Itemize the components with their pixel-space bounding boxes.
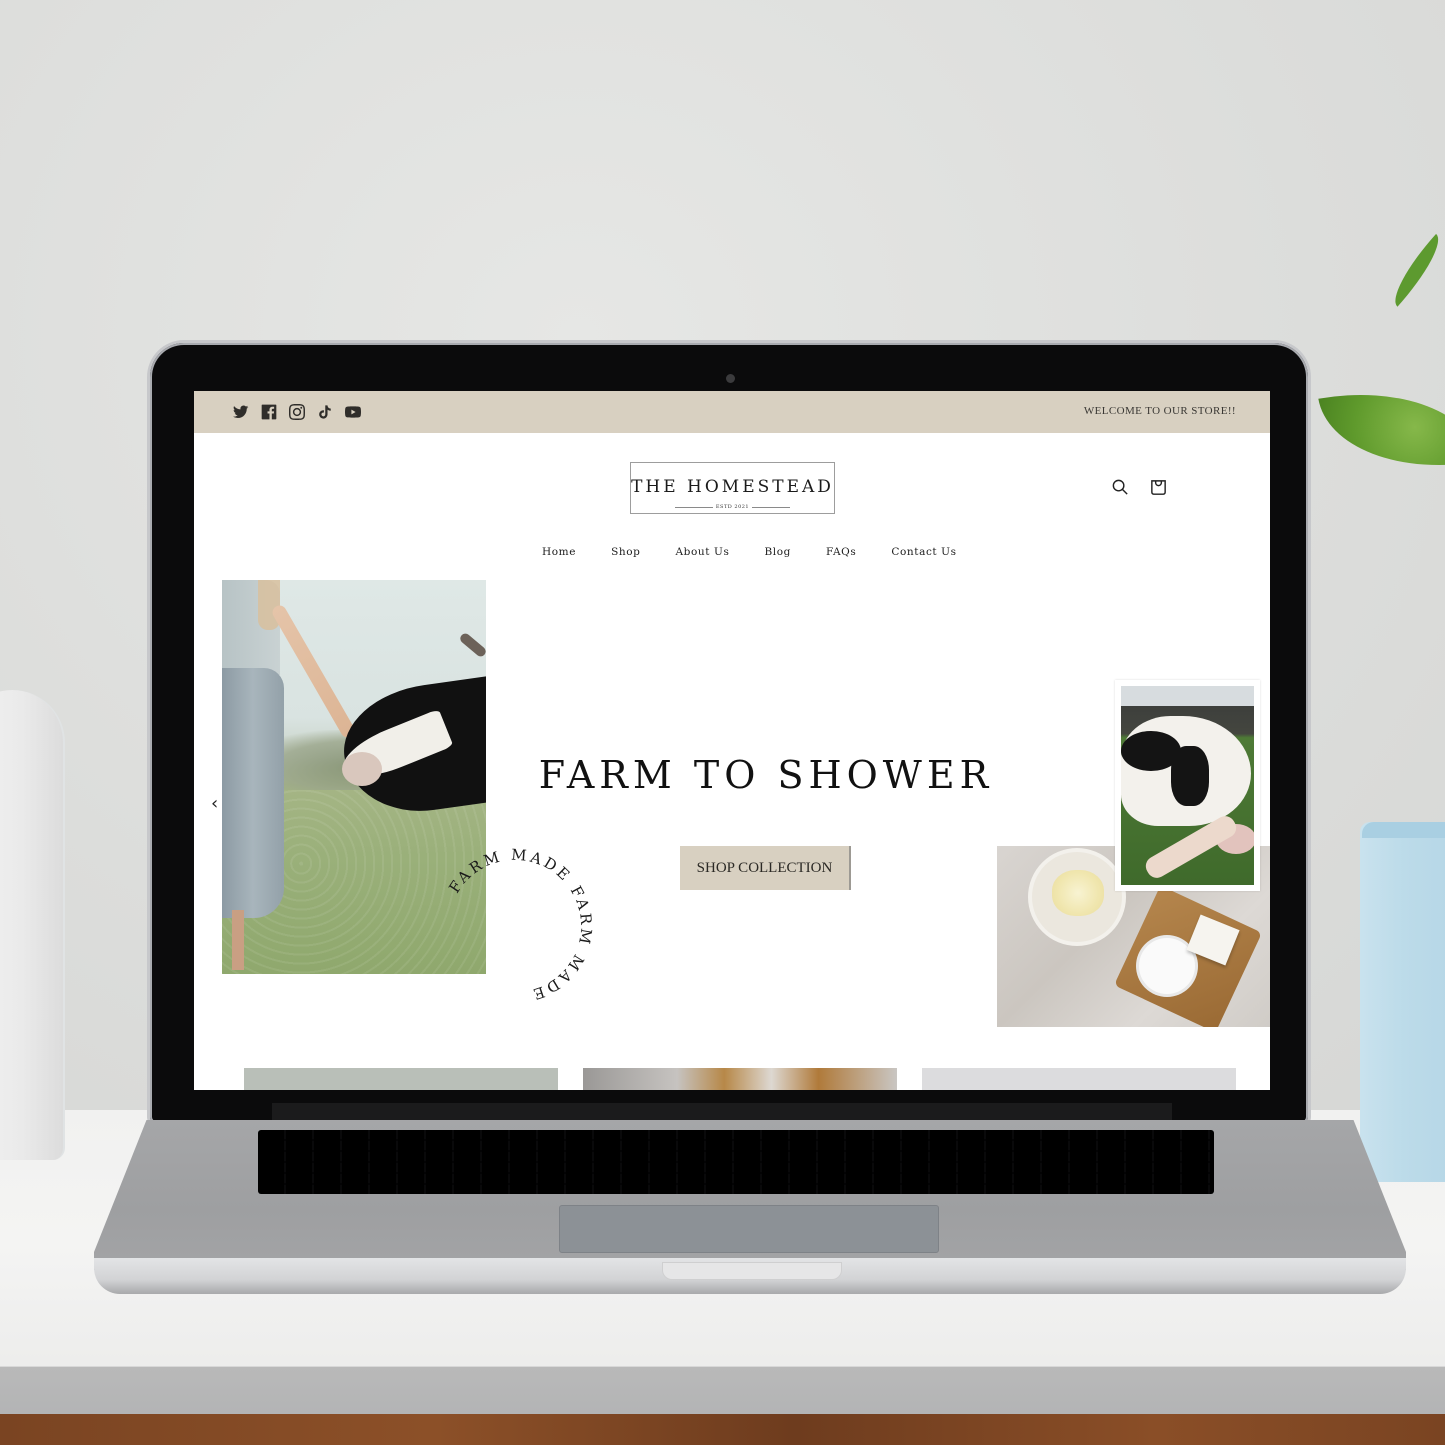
logo-estd: ESTD 2021 [715, 504, 750, 510]
main-nav: Home Shop About Us Blog FAQs Contact Us [542, 546, 957, 558]
wood-floor [0, 1414, 1445, 1445]
cart-icon [1151, 480, 1166, 495]
logo-divider [752, 507, 790, 508]
nav-faqs[interactable]: FAQs [826, 546, 856, 558]
hero-image-woman-feeding-cow [222, 580, 486, 974]
laptop-notch [662, 1262, 842, 1280]
instagram-icon[interactable] [288, 403, 305, 420]
logo-title: THE HOMESTEAD [631, 477, 834, 497]
glass-vase [0, 690, 65, 1160]
desk-edge [0, 1366, 1445, 1414]
product-card[interactable] [583, 1068, 897, 1090]
announcement-message: WELCOME TO OUR STORE!! [1083, 405, 1236, 417]
slider-prev-arrow[interactable]: ‹ [211, 793, 218, 814]
webcam [726, 374, 735, 383]
search-icon [1112, 479, 1128, 495]
shop-collection-button[interactable]: SHOP COLLECTION [680, 846, 851, 890]
nav-shop[interactable]: Shop [611, 546, 640, 558]
tiktok-icon[interactable] [316, 403, 333, 420]
twitter-icon[interactable] [232, 403, 249, 420]
nav-about-us[interactable]: About Us [675, 546, 729, 558]
social-links [232, 403, 361, 420]
store-logo[interactable]: THE HOMESTEAD ESTD 2021 [630, 462, 835, 514]
announcement-bar: WELCOME TO OUR STORE!! [194, 391, 1270, 433]
nav-contact-us[interactable]: Contact Us [891, 546, 956, 558]
search-button[interactable] [1111, 478, 1131, 498]
website-screen: WELCOME TO OUR STORE!! THE HOMESTEAD EST… [194, 391, 1270, 1090]
hero-image-cow-petting [1115, 680, 1260, 891]
blue-cup-rim [1362, 822, 1445, 838]
nav-blog[interactable]: Blog [764, 546, 791, 558]
facebook-icon[interactable] [260, 403, 277, 420]
keyboard [258, 1130, 1214, 1194]
hero-title: FARM TO SHOWER [538, 753, 994, 797]
youtube-icon[interactable] [344, 403, 361, 420]
blue-cup [1360, 822, 1445, 1182]
product-grid [244, 1068, 1237, 1090]
trackpad [559, 1205, 939, 1253]
nav-home[interactable]: Home [542, 546, 576, 558]
product-card[interactable] [922, 1068, 1236, 1090]
product-card[interactable] [244, 1068, 558, 1090]
cart-button[interactable] [1149, 478, 1169, 498]
